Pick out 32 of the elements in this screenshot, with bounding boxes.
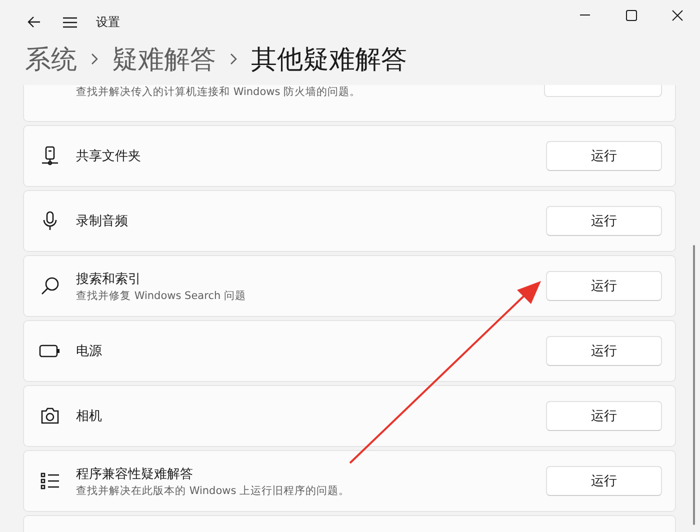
battery-icon bbox=[39, 344, 61, 358]
breadcrumb-item[interactable]: 其他疑难解答 bbox=[251, 42, 407, 76]
maximize-icon bbox=[626, 10, 636, 20]
camera-icon bbox=[40, 407, 60, 425]
menu-icon bbox=[63, 16, 77, 28]
chevron-icon bbox=[230, 53, 237, 65]
card-title: 录制音频 bbox=[76, 213, 129, 230]
run-button[interactable]: 运行 bbox=[546, 401, 662, 431]
window-title: 设置 bbox=[96, 14, 120, 30]
card-title: 相机 bbox=[76, 408, 103, 425]
list-icon bbox=[40, 472, 60, 490]
card-description: 查找并修复 Windows Search 问题 bbox=[76, 288, 247, 302]
breadcrumb-item[interactable]: 系统 bbox=[25, 42, 77, 76]
card-title: 搜索和索引 bbox=[76, 270, 142, 288]
card-title: 电源 bbox=[76, 343, 103, 360]
search-icon bbox=[40, 276, 60, 296]
close-icon bbox=[672, 10, 682, 20]
scrollbar[interactable] bbox=[693, 245, 695, 525]
card-title: 共享文件夹 bbox=[76, 148, 142, 165]
card-description: 查找并解决在此版本的 Windows 上运行旧程序的问题。 bbox=[76, 484, 351, 498]
run-button[interactable]: 运行 bbox=[546, 206, 662, 236]
card-title: 程序兼容性疑难解答 bbox=[76, 466, 194, 482]
card-description: 查找并解决传入的计算机连接和 Windows 防火墙的问题。 bbox=[76, 85, 362, 99]
run-button[interactable]: 运行 bbox=[546, 466, 662, 496]
run-button[interactable]: 运行 bbox=[546, 336, 662, 366]
run-button[interactable]: 运行 bbox=[546, 141, 662, 171]
run-button[interactable]: 运行 bbox=[546, 271, 662, 301]
breadcrumb-item[interactable]: 疑难解答 bbox=[112, 42, 216, 76]
back-arrow-icon bbox=[27, 16, 41, 28]
shared-folder-icon bbox=[40, 146, 60, 166]
chevron-icon bbox=[91, 53, 98, 65]
minimize-icon bbox=[580, 14, 590, 16]
